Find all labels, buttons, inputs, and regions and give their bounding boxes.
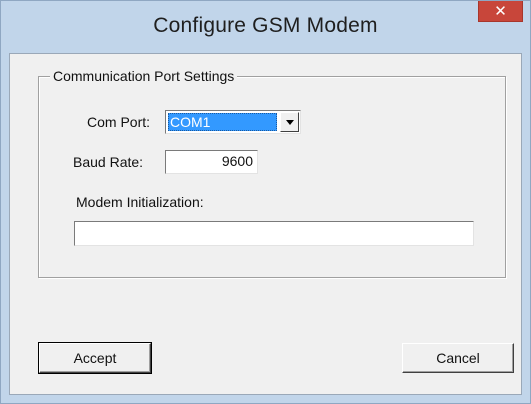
com-port-label: Com Port: — [87, 114, 151, 130]
communication-port-settings-group — [38, 76, 506, 278]
modem-initialization-input[interactable] — [74, 221, 474, 246]
cancel-button[interactable]: Cancel — [402, 343, 514, 373]
baud-rate-input[interactable]: 9600 — [165, 150, 258, 174]
close-button[interactable]: ✕ — [478, 1, 523, 22]
group-title: Communication Port Settings — [50, 67, 238, 85]
accept-button[interactable]: Accept — [38, 342, 152, 374]
dialog-window: Configure GSM Modem ✕ Communication Port… — [0, 0, 531, 404]
dropdown-button[interactable] — [280, 112, 299, 132]
title-bar[interactable]: Configure GSM Modem ✕ — [1, 1, 530, 53]
window-title: Configure GSM Modem — [153, 14, 378, 37]
dialog-body: Communication Port Settings Com Port: CO… — [9, 53, 522, 395]
modem-initialization-label: Modem Initialization: — [76, 194, 204, 210]
baud-rate-label: Baud Rate: — [73, 154, 144, 170]
close-icon: ✕ — [494, 1, 507, 20]
chevron-down-icon — [285, 119, 294, 125]
com-port-selected-value: COM1 — [168, 113, 277, 131]
com-port-dropdown[interactable]: COM1 — [165, 110, 301, 134]
